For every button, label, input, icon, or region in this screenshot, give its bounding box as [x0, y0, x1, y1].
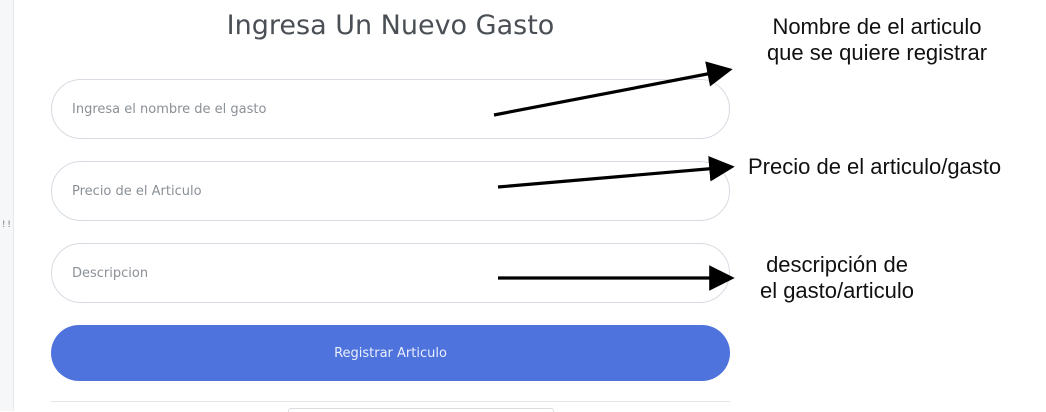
form-title: Ingresa Un Nuevo Gasto	[226, 10, 555, 41]
annotation-name-line2: que se quiere registrar	[766, 40, 988, 65]
annotation-name-line1: Nombre de el articulo	[772, 14, 982, 39]
left-panel-edge: !!	[0, 0, 14, 411]
form-divider	[51, 401, 730, 402]
expense-name-input[interactable]	[51, 79, 730, 139]
annotation-description: descripción de el gasto/articulo	[742, 252, 932, 304]
below-element-edge	[288, 408, 554, 412]
annotation-price: Precio de el articulo/gasto	[748, 154, 1040, 180]
item-price-input[interactable]	[51, 161, 730, 221]
annotation-description-line1: descripción de	[766, 252, 908, 277]
annotation-description-line2: el gasto/articulo	[759, 278, 915, 303]
annotation-name: Nombre de el articulo que se quiere regi…	[744, 14, 1010, 66]
annotation-price-line1: Precio de el articulo/gasto	[748, 154, 1002, 179]
register-item-button[interactable]: Registrar Articulo	[51, 325, 730, 381]
description-input[interactable]	[51, 243, 730, 303]
edge-mark: !!	[1, 220, 12, 230]
